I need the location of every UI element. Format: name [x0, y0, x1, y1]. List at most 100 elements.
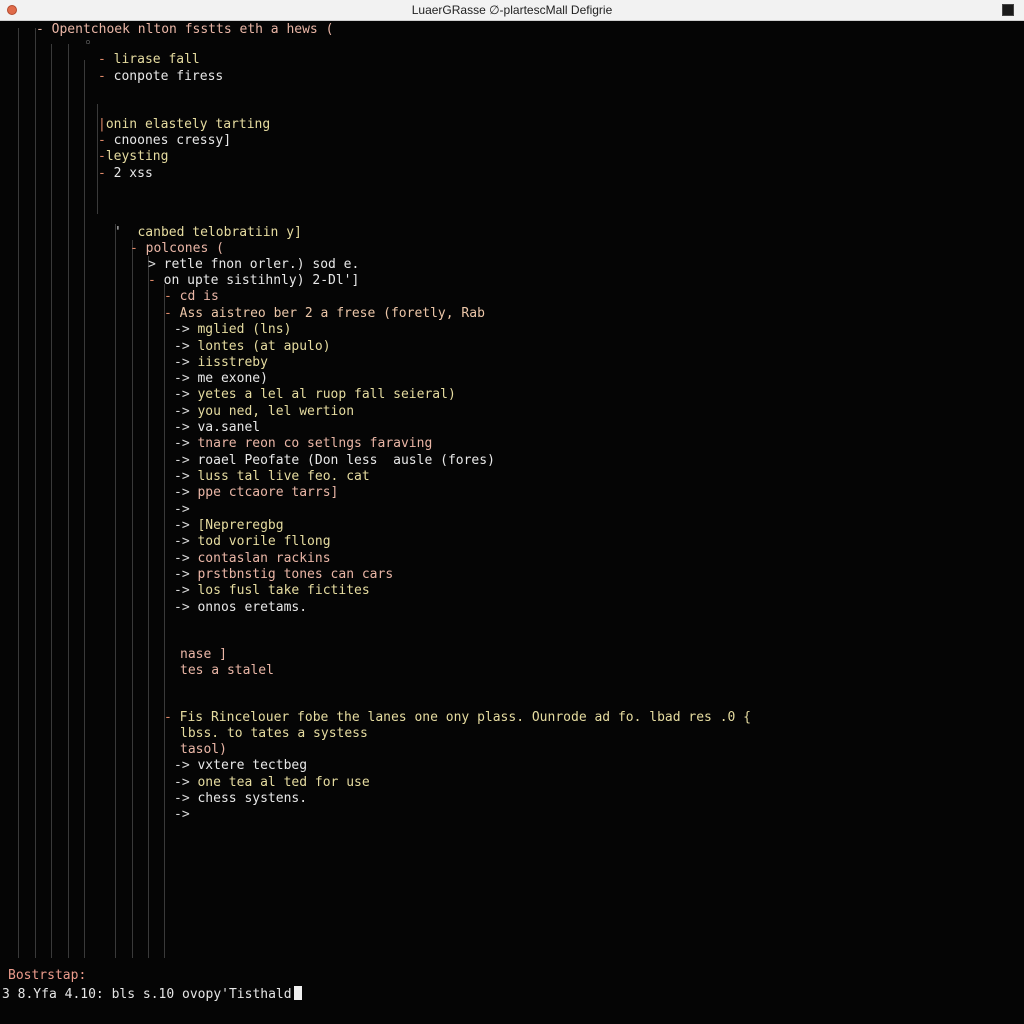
- tree-text: ppe ctcaore tarrs]: [197, 485, 339, 500]
- tree-row: -> yetes a lel al ruop fall seieral): [174, 387, 456, 403]
- tree-row: - on upte sistihnly) 2-Dl']: [148, 273, 359, 289]
- tree-guide-line: [132, 240, 133, 958]
- tree-text: canbed telobratiin y]: [137, 225, 302, 240]
- tree-row: -> luss tal live feo. cat: [174, 469, 370, 485]
- tree-row: -> roael Peofate (Don less ausle (fores): [174, 453, 495, 469]
- tree-text: tasol): [180, 742, 227, 757]
- tree-row: -> ppe ctcaore tarrs]: [174, 485, 338, 501]
- tree-row: - Ass aistreo ber 2 a frese (foretly, Ra…: [164, 306, 485, 322]
- tree-guide-line: [115, 224, 116, 958]
- maximize-button[interactable]: [1002, 4, 1014, 16]
- tree-row: -> vxtere tectbeg: [174, 758, 307, 774]
- tree-text: lontes (at apulo): [197, 339, 331, 354]
- tree-text: polcones (: [145, 241, 224, 256]
- tree-marker: ->: [174, 453, 190, 468]
- tree-text: luss tal live feo. cat: [197, 469, 370, 484]
- tree-text: Ass aistreo ber 2 a frese (foretly, Rab: [179, 306, 485, 321]
- tree-text: Fis Rincelouer fobe the lanes one ony pl…: [179, 710, 752, 725]
- tree-text: iisstreby: [197, 355, 268, 370]
- tree-row: ' canbed telobratiin y]: [114, 225, 302, 241]
- tree-row: - Fis Rincelouer fobe the lanes one ony …: [164, 710, 751, 726]
- tree-text: los fusl take fictites: [197, 583, 370, 598]
- tree-text: cd is: [179, 289, 219, 304]
- tree-row: -> mglied (lns): [174, 322, 291, 338]
- tree-marker: ->: [174, 485, 190, 500]
- tree-text: you ned, lel wertion: [197, 404, 355, 419]
- tree-row: -leysting: [98, 149, 168, 165]
- tree-row: - cnoones cressy]: [98, 133, 231, 149]
- tree-text: prstbnstig tones can cars: [197, 567, 394, 582]
- tree-row: -> lontes (at apulo): [174, 339, 331, 355]
- tree-row: lbss. to tates a systess: [180, 726, 368, 742]
- tree-guide-line: [68, 44, 69, 958]
- tree-marker: ->: [174, 807, 190, 822]
- tree-text: retle fnon orler.) sod e.: [163, 257, 360, 272]
- tree-text: vxtere tectbeg: [197, 758, 308, 773]
- tree-row: - lirase fall: [98, 52, 200, 68]
- tree-marker: ->: [174, 355, 190, 370]
- tree-text: onin elastely tarting: [105, 117, 271, 132]
- tree-marker: -: [98, 166, 106, 181]
- tree-marker: ->: [174, 371, 190, 386]
- tree-text: lirase fall: [113, 52, 200, 67]
- title-bar[interactable]: LuaerGRasse ∅-plartescMall Defigrie: [0, 0, 1024, 21]
- tree-row: -> tnare reon co setlngs faraving: [174, 436, 432, 452]
- tree-text: one tea al ted for use: [197, 775, 370, 790]
- tree-row: -> iisstreby: [174, 355, 268, 371]
- tree-text: tod vorile fllong: [197, 534, 331, 549]
- tree-marker: ->: [174, 567, 190, 582]
- tree-text: on upte sistihnly) 2-Dl']: [163, 273, 360, 288]
- terminal-window: LuaerGRasse ∅-plartescMall Defigrie - Op…: [0, 0, 1024, 1024]
- tree-text: leysting: [105, 149, 169, 164]
- tree-marker: ->: [174, 791, 190, 806]
- tree-row: -> va.sanel: [174, 420, 260, 436]
- tree-text: lbss. to tates a systess: [180, 726, 368, 741]
- tree-row: ->: [174, 807, 197, 823]
- tree-text: tes a stalel: [180, 663, 274, 678]
- tree-text: yetes a lel al ruop fall seieral): [197, 387, 456, 402]
- tree-marker: ->: [174, 583, 190, 598]
- tree-guide-line: [164, 284, 165, 958]
- tree-guide-line: [18, 28, 19, 958]
- tree-marker: ->: [174, 404, 190, 419]
- tree-marker: -: [98, 133, 106, 148]
- tree-row: -> onnos eretams.: [174, 600, 307, 616]
- tree-marker: ->: [174, 600, 190, 615]
- tree-guide-line: [84, 60, 85, 958]
- tree-text: va.sanel: [197, 420, 261, 435]
- tree-row: |onin elastely tarting: [98, 117, 270, 133]
- tree-row: - polcones (: [130, 241, 224, 257]
- cursor-mark-icon: ◦: [84, 36, 92, 51]
- terminal-output[interactable]: - Opentchoek nlton fsstts eth a hews ( ◦…: [0, 20, 1024, 1024]
- tree-marker: |: [98, 117, 106, 132]
- tree-marker: -: [130, 241, 138, 256]
- tree-row: -> los fusl take fictites: [174, 583, 370, 599]
- tree-marker: ->: [174, 534, 190, 549]
- tree-row: -> me exone): [174, 371, 268, 387]
- tree-marker: ->: [174, 518, 190, 533]
- tree-text: 2 xss: [113, 166, 153, 181]
- tree-text: tnare reon co setlngs faraving: [197, 436, 433, 451]
- tree-marker: ->: [174, 387, 190, 402]
- tree-text: cnoones cressy]: [113, 133, 232, 148]
- tree-row: -> you ned, lel wertion: [174, 404, 354, 420]
- tree-marker: -: [164, 710, 172, 725]
- status-area: Bostrstap: 3 8.Yfa 4.10: bls s.10 ovopy'…: [0, 968, 1024, 1008]
- tree-row: -> [Nepreregbg: [174, 518, 284, 534]
- tree-row: -> chess systens.: [174, 791, 307, 807]
- tree-marker: ->: [174, 469, 190, 484]
- tree-row: tasol): [180, 742, 227, 758]
- tree-row: - cd is: [164, 289, 219, 305]
- prompt-text: 3 8.Yfa 4.10: bls s.10 ovopy'Tisthald: [2, 987, 292, 1002]
- tree-text: [Nepreregbg: [197, 518, 284, 533]
- tree-text: nase ]: [180, 647, 227, 662]
- tree-marker: -: [164, 289, 172, 304]
- tree-guide-line: [148, 256, 149, 958]
- tree-marker: -: [164, 306, 172, 321]
- command-prompt[interactable]: 3 8.Yfa 4.10: bls s.10 ovopy'Tisthald: [2, 986, 302, 1002]
- text-cursor: [293, 986, 302, 1000]
- tree-text: roael Peofate (Don less ausle (fores): [197, 453, 495, 468]
- tree-marker: ->: [174, 502, 190, 517]
- tree-marker: -: [98, 52, 106, 67]
- header-line: - Opentchoek nlton fsstts eth a hews (: [36, 22, 334, 37]
